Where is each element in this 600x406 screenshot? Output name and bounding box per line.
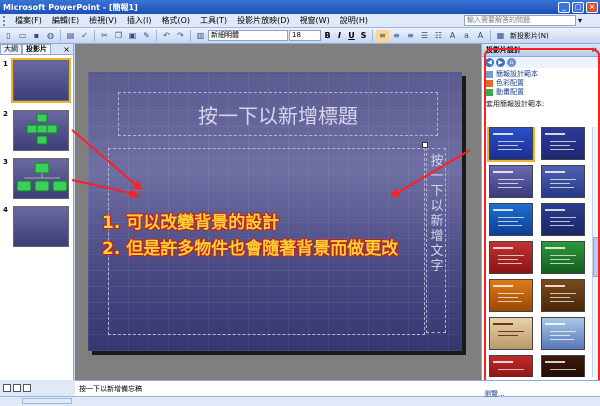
print-icon[interactable]: ▤ — [64, 30, 77, 42]
new-file-icon[interactable]: ▯ — [2, 30, 15, 42]
horizontal-scrollbar[interactable] — [22, 398, 72, 404]
toolbar: ▯ ▭ ▪ ◍ ▤ ✓ ✂ ❐ ▣ ✎ ↶ ↷ ▥ 新細明體 18 B I U … — [0, 28, 600, 44]
toolbar-separator — [60, 30, 61, 41]
increase-font-icon[interactable]: A — [446, 30, 459, 42]
tab-outline[interactable]: 大綱 — [0, 44, 22, 54]
slideshow-view-icon[interactable] — [23, 384, 31, 392]
menu-view[interactable]: 檢視(V) — [84, 15, 122, 26]
spellcheck-icon[interactable]: ✓ — [78, 30, 91, 42]
underline-button[interactable]: U — [346, 31, 357, 40]
notes-pane[interactable]: 按一下以新增備忘稿 — [75, 380, 600, 396]
numbering-icon[interactable]: ☰ — [418, 30, 431, 42]
align-center-icon[interactable]: ≡ — [390, 30, 403, 42]
permission-icon[interactable]: ◍ — [44, 30, 57, 42]
open-folder-icon[interactable]: ▭ — [16, 30, 29, 42]
close-button[interactable]: × — [586, 1, 598, 13]
normal-view-icon[interactable] — [3, 384, 11, 392]
font-size-select[interactable]: 18 — [289, 30, 321, 41]
format-painter-icon[interactable]: ✎ — [140, 30, 153, 42]
tab-slides[interactable]: 投影片 — [22, 44, 51, 54]
slide-thumbnail-4[interactable] — [13, 206, 69, 247]
close-icon[interactable]: × — [63, 45, 70, 54]
design-icon[interactable]: ▦ — [494, 30, 507, 42]
vertical-text: 按一下以新增文字 — [430, 154, 444, 274]
new-slide-button[interactable]: 新投影片(N) — [508, 31, 551, 41]
annotation-line-2: 2. 但是許多物件也會隨著背景而做更改 — [102, 239, 399, 259]
view-buttons — [0, 380, 75, 396]
slide-number: 4 — [3, 206, 8, 214]
sorter-view-icon[interactable] — [13, 384, 21, 392]
menu-grip-icon[interactable] — [3, 15, 7, 26]
menu-format[interactable]: 格式(O) — [156, 15, 195, 26]
font-name-select[interactable]: 新細明體 — [208, 30, 288, 41]
toolbar-separator — [94, 30, 95, 41]
slide-number: 2 — [3, 110, 8, 118]
font-color-icon[interactable]: A — [474, 30, 487, 42]
menu-insert[interactable]: 插入(I) — [122, 15, 157, 26]
slide-number: 3 — [3, 158, 8, 166]
bullets-icon[interactable]: ☷ — [432, 30, 445, 42]
help-search-input[interactable]: 輸入需要解答的問題 — [464, 15, 576, 26]
toolbar-separator — [156, 30, 157, 41]
chart-icon[interactable]: ▥ — [194, 30, 207, 42]
notes-placeholder: 按一下以新增備忘稿 — [79, 385, 142, 393]
menu-tools[interactable]: 工具(T) — [195, 15, 232, 26]
redo-icon[interactable]: ↷ — [174, 30, 187, 42]
maximize-button[interactable]: □ — [572, 1, 584, 13]
toolbar-separator — [190, 30, 191, 41]
status-bar — [0, 396, 600, 406]
title-bar: Microsoft PowerPoint - [簡報1] _ □ × — [0, 0, 600, 14]
org-chart-icon — [16, 162, 68, 192]
title-placeholder[interactable]: 按一下以新增標題 — [118, 92, 438, 136]
bold-button[interactable]: B — [322, 31, 333, 40]
menu-file[interactable]: 檔案(F) — [10, 15, 47, 26]
menu-window[interactable]: 視窗(W) — [295, 15, 335, 26]
align-right-icon[interactable]: ≡ — [404, 30, 417, 42]
italic-button[interactable]: I — [334, 31, 345, 40]
undo-icon[interactable]: ↶ — [160, 30, 173, 42]
menu-help[interactable]: 說明(H) — [335, 15, 373, 26]
browse-link[interactable]: 瀏覽... — [484, 389, 505, 399]
paste-icon[interactable]: ▣ — [126, 30, 139, 42]
annotation-line-1: 1. 可以改變背景的設計 — [102, 213, 280, 233]
slide-thumbnail-2[interactable] — [13, 110, 69, 151]
save-icon[interactable]: ▪ — [30, 30, 43, 42]
slide-number: 1 — [3, 60, 8, 68]
decrease-font-icon[interactable]: a — [460, 30, 473, 42]
menu-bar: 檔案(F) 編輯(E) 檢視(V) 插入(I) 格式(O) 工具(T) 投影片放… — [0, 14, 600, 28]
toolbar-separator — [490, 30, 491, 41]
window-title: Microsoft PowerPoint - [簡報1] — [3, 2, 138, 12]
slides-panel: 大綱 投影片 × 1 2 3 4 — [0, 44, 74, 380]
toolbar-separator — [372, 30, 373, 41]
shadow-button[interactable]: S — [358, 31, 369, 40]
minimize-button[interactable]: _ — [558, 1, 570, 13]
cut-icon[interactable]: ✂ — [98, 30, 111, 42]
diagram-cross-icon — [26, 113, 58, 145]
menu-edit[interactable]: 編輯(E) — [47, 15, 84, 26]
help-dropdown-icon[interactable]: ▾ — [576, 16, 584, 25]
resize-handle[interactable] — [422, 142, 428, 148]
window-controls: _ □ × — [558, 1, 598, 13]
slide-thumbnail-3[interactable] — [13, 158, 69, 199]
highlight-frame — [484, 48, 600, 394]
menu-slideshow[interactable]: 投影片放映(D) — [232, 15, 294, 26]
copy-icon[interactable]: ❐ — [112, 30, 125, 42]
panel-tabs: 大綱 投影片 × — [0, 44, 73, 55]
align-left-icon[interactable]: ≡ — [376, 29, 389, 42]
slide-thumbnail-1[interactable] — [11, 58, 71, 103]
